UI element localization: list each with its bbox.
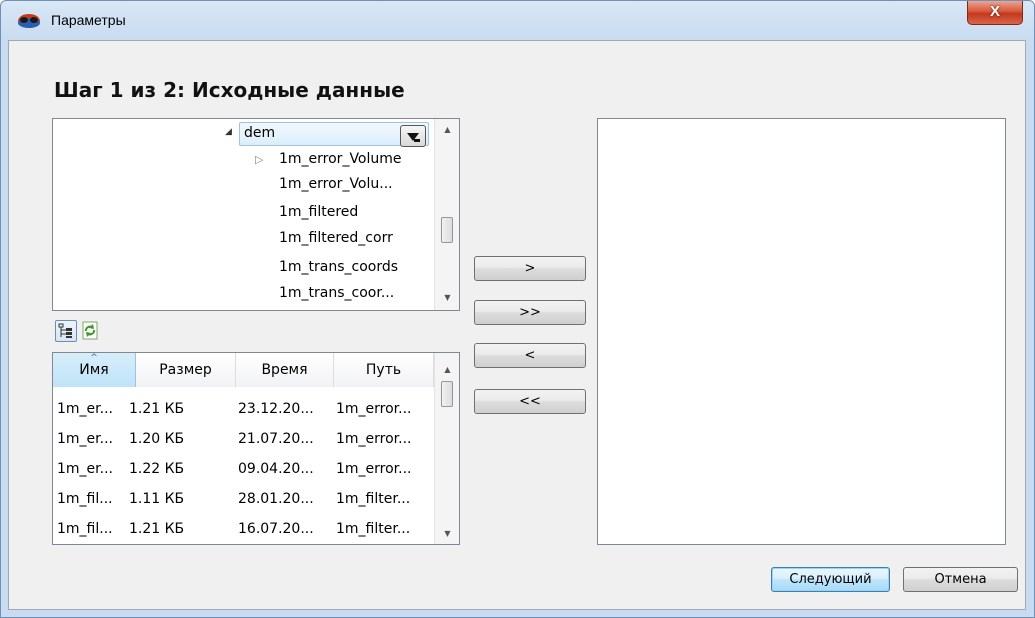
window-title: Параметры [51,12,126,28]
column-header-size[interactable]: Размер [136,353,236,387]
column-header-time[interactable]: Время [236,353,334,387]
tree-view-icon [58,323,72,338]
tree-item[interactable]: 1m_trans_coords [279,259,398,275]
cell-time: 28.01.20... [238,491,314,507]
sort-ascending-icon: ^ [90,353,98,363]
cell-size: 1.11 КБ [129,491,185,507]
cell-size: 1.21 КБ [129,401,185,417]
cell-time: 21.07.20... [238,431,314,447]
cell-time: 23.12.20... [238,401,314,417]
cell-path: 1m_error... [336,461,412,477]
add-selected-button[interactable]: > [474,256,586,281]
dropdown-button[interactable] [400,125,426,147]
page-title: Шаг 1 из 2: Исходные данные [54,78,405,102]
scroll-up-arrow-icon[interactable]: ▲ [439,121,456,138]
cell-name: 1m_fil... [57,521,113,537]
cell-time: 16.07.20... [238,521,314,537]
cell-path: 1m_error... [336,431,412,447]
remove-selected-button[interactable]: < [474,343,586,368]
column-header-name[interactable]: ^ Имя [53,353,136,387]
scroll-up-arrow-icon[interactable]: ▲ [439,361,456,378]
tree-item[interactable]: 1m_error_Volume [279,151,402,167]
add-all-button[interactable]: >> [474,300,586,325]
cell-path: 1m_filter... [336,521,411,537]
tree-view-button[interactable] [55,320,77,342]
cell-time: 09.04.20... [238,461,314,477]
tree-item[interactable]: 1m_filtered_corr [279,230,393,246]
cell-name: 1m_er... [57,401,113,417]
refresh-icon [82,321,98,340]
selected-list[interactable] [597,118,1006,545]
remove-all-button[interactable]: << [474,389,586,414]
refresh-button[interactable] [79,320,101,342]
cell-size: 1.22 КБ [129,461,185,477]
tree-scrollbar[interactable]: ▲ ▼ [434,119,459,310]
cell-path: 1m_filter... [336,491,411,507]
expanded-arrow-icon[interactable]: ◢ [225,127,232,137]
app-icon [18,14,40,28]
cell-size: 1.20 КБ [129,431,185,447]
cell-path: 1m_error... [336,401,412,417]
cell-name: 1m_fil... [57,491,113,507]
tree-item[interactable]: 1m_filtered [279,204,358,220]
scroll-down-arrow-icon[interactable]: ▼ [439,289,456,306]
tree-scroll-thumb[interactable] [441,217,453,243]
tree-item[interactable]: 1m_trans_coor... [279,285,394,301]
source-tree[interactable]: ◢ dem ▷ 1m_error_Volume 1m_error_Volu...… [52,118,460,311]
cell-name: 1m_er... [57,431,113,447]
close-button[interactable]: X [967,1,1023,25]
scroll-down-arrow-icon[interactable]: ▼ [439,525,456,542]
column-header-path[interactable]: Путь [334,353,434,387]
collapsed-arrow-icon[interactable]: ▷ [255,153,263,166]
cancel-button[interactable]: Отмена [903,567,1018,592]
table-scroll-thumb[interactable] [441,381,453,407]
files-table[interactable]: ^ Имя Размер Время Путь 1m_er... 1.21 КБ… [52,352,460,545]
cell-size: 1.21 КБ [129,521,185,537]
tree-item[interactable]: 1m_error_Volu... [279,176,393,192]
table-scrollbar[interactable]: ▲ ▼ [434,353,459,544]
title-bar[interactable]: Параметры X [1,1,1034,41]
tree-root-label: dem [244,125,276,141]
next-button[interactable]: Следующий [771,567,890,592]
cell-name: 1m_er... [57,461,113,477]
